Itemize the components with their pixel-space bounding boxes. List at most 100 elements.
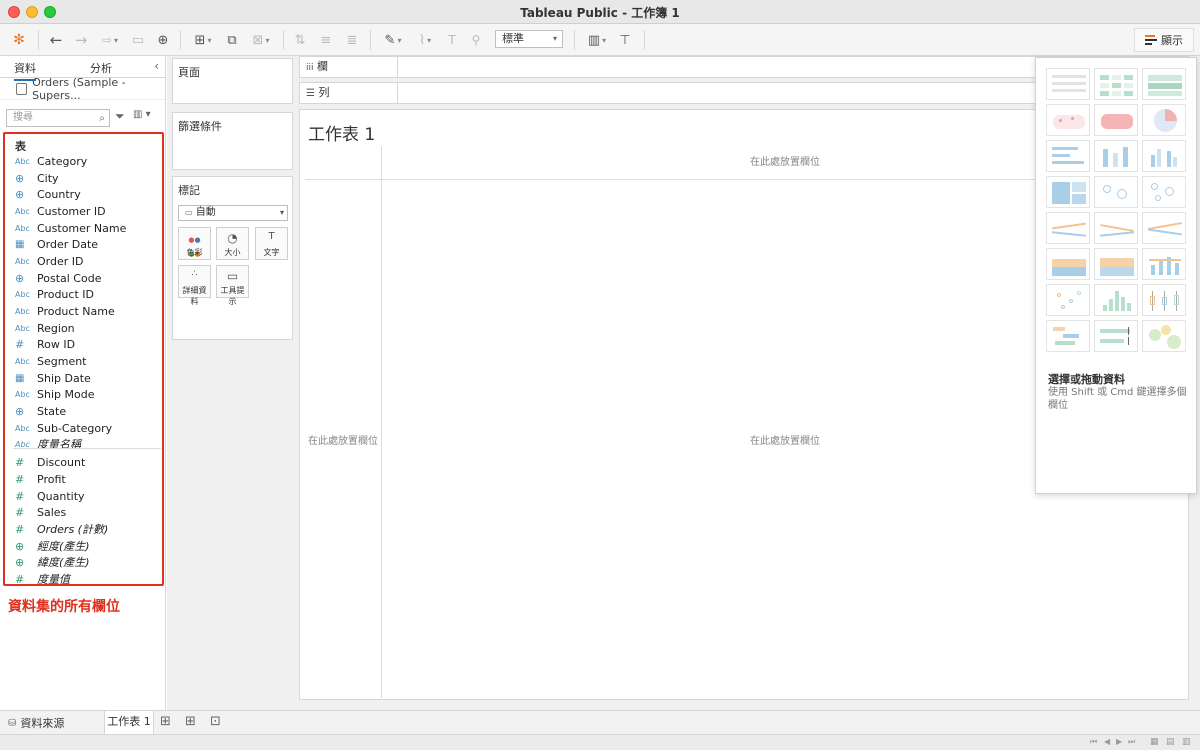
side-by-side-bar-chart[interactable] [1142,140,1186,172]
field-item[interactable]: Abc Order ID [15,253,83,269]
histogram-chart[interactable] [1094,284,1138,316]
next-page-icon[interactable]: ▶ [1116,737,1122,746]
pie-chart[interactable] [1142,104,1186,136]
field-item[interactable]: Abc Customer Name [15,220,126,236]
previous-page-icon[interactable]: ◀ [1104,737,1110,746]
field-item[interactable]: ⊕ State [15,403,66,419]
pages-card[interactable]: 頁面 [172,58,293,104]
bullet-graph-chart[interactable] [1094,320,1138,352]
tab-data[interactable]: 資料 [14,60,36,81]
grid-view-icon[interactable]: ▦ [1150,737,1159,747]
replay-icon[interactable]: ⇨ ▾ [95,29,125,51]
field-item[interactable]: # Row ID [15,336,75,352]
detail-icon: ∴ [191,269,198,279]
field-item[interactable]: ⊕ 緯度(產生) [15,554,90,570]
mark-type-select[interactable]: ▭ 自動 ▾ [178,205,288,221]
field-item[interactable]: Abc Category [15,153,87,169]
field-item[interactable]: # Profit [15,471,66,487]
field-item[interactable]: ▦ Order Date [15,236,98,252]
tooltip-button[interactable]: ▭ 工具提示 [216,265,249,306]
box-whisker-chart[interactable] [1142,284,1186,316]
text-button[interactable]: T 文字 [255,227,288,260]
filled-map-chart[interactable] [1094,104,1138,136]
tab-view-icon[interactable]: ▥ [1182,737,1191,747]
sheet-title[interactable]: 工作表 1 [308,120,375,145]
horizontal-bar-chart[interactable] [1046,140,1090,172]
show-cards-icon[interactable]: ▥ ▾ [582,29,612,51]
duplicate-sheet-icon[interactable]: ⧉ [222,29,242,51]
save-icon[interactable]: ▭ [128,29,148,51]
field-item[interactable]: # 度量值 [15,571,70,587]
size-button[interactable]: ◔ 大小 [216,227,249,260]
stacked-bar-chart[interactable] [1094,140,1138,172]
new-worksheet-icon[interactable]: ⊞ ▾ [188,29,218,51]
new-dashboard-icon[interactable]: ⊞ [185,714,196,729]
show-mark-labels-icon[interactable]: T [442,29,462,51]
field-item[interactable]: # Discount [15,454,85,470]
field-item[interactable]: Abc Ship Mode [15,386,94,402]
field-item[interactable]: Abc Product ID [15,286,94,302]
swap-rows-columns-icon[interactable]: ⇅ [290,29,310,51]
side-by-side-circle-chart[interactable] [1142,176,1186,208]
undo-icon[interactable]: ← [45,29,67,51]
field-item[interactable]: Abc Segment [15,353,87,369]
presentation-mode-icon[interactable]: ⊤ [615,29,635,51]
tab-data-source[interactable]: ⛁ 資料來源 [8,715,64,731]
new-worksheet-icon[interactable]: ⊞ [160,714,171,729]
gantt-chart[interactable] [1046,320,1090,352]
fit-select[interactable]: 標準 ▾ [495,30,563,48]
redo-icon[interactable]: → [70,29,92,51]
field-item[interactable]: Abc Sub-Category [15,420,112,436]
discrete-area-chart[interactable] [1094,248,1138,280]
field-item[interactable]: Abc Customer ID [15,203,106,219]
heat-map-chart[interactable] [1094,68,1138,100]
group-members-icon[interactable]: ⌇ ▾ [410,29,440,51]
text-table-chart[interactable] [1046,68,1090,100]
new-datasource-icon[interactable]: ⊕ [153,29,173,51]
view-options-icon[interactable]: ▥ ▾ [133,109,151,120]
highlight-table-chart[interactable] [1142,68,1186,100]
field-item[interactable]: ⊕ Country [15,186,81,202]
dual-combination-chart[interactable] [1142,248,1186,280]
search-input[interactable]: 搜尋 ⌕ [6,109,110,127]
field-item[interactable]: # Sales [15,504,66,520]
packed-bubbles-chart[interactable] [1142,320,1186,352]
dual-line-chart[interactable] [1142,212,1186,244]
sort-descending-icon[interactable]: ≣ [342,29,362,51]
filter-icon[interactable]: ⏷ [115,109,125,124]
fix-axes-icon[interactable]: ⚲ [466,29,486,51]
field-item[interactable]: # Orders (計數) [15,521,108,537]
last-page-icon[interactable]: ⏭ [1128,737,1135,747]
new-story-icon[interactable]: ⊡ [210,714,221,729]
tab-worksheet-1[interactable]: 工作表 1 [104,711,154,734]
filmstrip-view-icon[interactable]: ▤ [1166,737,1175,747]
sort-ascending-icon[interactable]: ≡ [316,29,336,51]
field-item[interactable]: Abc Region [15,320,75,336]
circle-view-chart[interactable] [1094,176,1138,208]
field-item[interactable]: ▦ Ship Date [15,370,91,386]
color-button[interactable]: ●● ●● 色彩 [178,227,211,260]
detail-button[interactable]: ∴ 詳細資料 [178,265,211,306]
first-page-icon[interactable]: ⏮ [1090,737,1097,747]
highlight-icon[interactable]: ✎ ▾ [378,29,408,51]
tableau-logo-icon[interactable]: ✻ [10,29,28,51]
row-drop-zone[interactable]: 在此處放置欄位 [305,180,382,698]
treemap-chart[interactable] [1046,176,1090,208]
clear-sheet-icon[interactable]: ⊠ ▾ [246,29,276,51]
field-item[interactable]: ⊕ Postal Code [15,270,101,286]
continuous-line-chart[interactable] [1046,212,1090,244]
discrete-line-chart[interactable] [1094,212,1138,244]
tab-analytics[interactable]: 分析 [90,60,112,76]
field-item[interactable]: ⊕ 經度(產生) [15,538,90,554]
scatter-plot-chart[interactable] [1046,284,1090,316]
symbol-map-chart[interactable] [1046,104,1090,136]
show-me-button[interactable]: 顯示 [1134,28,1194,52]
field-item[interactable]: ⊕ City [15,170,59,186]
datasource-item[interactable]: Orders (Sample - Supers... [0,76,165,102]
filters-card[interactable]: 篩選條件 [172,112,293,170]
continuous-area-chart[interactable] [1046,248,1090,280]
field-item[interactable]: # Quantity [15,488,85,504]
field-item[interactable]: Abc 度量名稱 [15,436,81,452]
field-item[interactable]: Abc Product Name [15,303,115,319]
collapse-pane-icon[interactable]: ‹ [154,59,159,73]
